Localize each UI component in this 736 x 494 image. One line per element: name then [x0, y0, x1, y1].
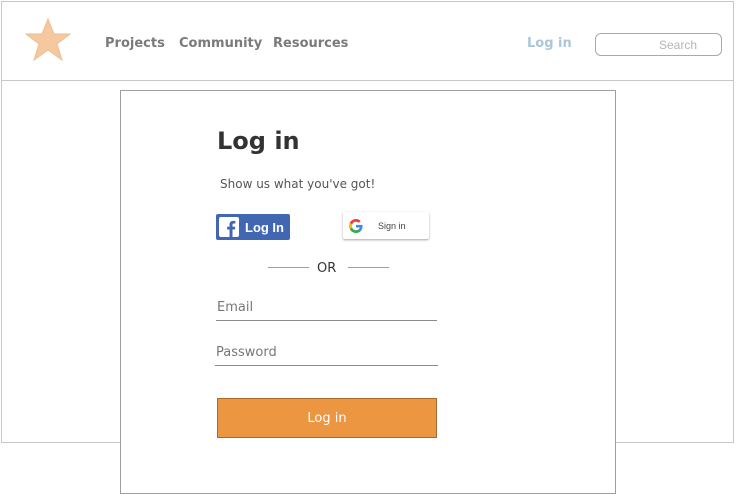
nav-resources[interactable]: Resources [273, 36, 348, 51]
google-signin-button[interactable]: Sign in [343, 212, 429, 239]
divider-or: OR [317, 261, 337, 276]
star-icon[interactable] [25, 18, 71, 62]
divider-right [348, 267, 389, 268]
search-input[interactable] [595, 33, 722, 56]
facebook-button-label: Log In [245, 219, 284, 235]
page-title: Log in [217, 127, 300, 155]
header-login-link[interactable]: Log in [527, 36, 572, 51]
facebook-icon [219, 217, 239, 237]
google-button-label: Sign in [378, 220, 406, 231]
subtitle: Show us what you've got! [220, 177, 376, 191]
divider-left [268, 267, 309, 268]
facebook-login-button[interactable]: Log In [216, 214, 290, 240]
google-icon [349, 218, 363, 233]
login-submit-button[interactable]: Log in [217, 398, 437, 438]
top-header: Projects Community Resources Log in [1, 1, 734, 81]
password-field[interactable] [215, 342, 438, 366]
email-field[interactable] [216, 297, 437, 321]
nav-community[interactable]: Community [179, 36, 262, 51]
nav-projects[interactable]: Projects [105, 36, 165, 51]
